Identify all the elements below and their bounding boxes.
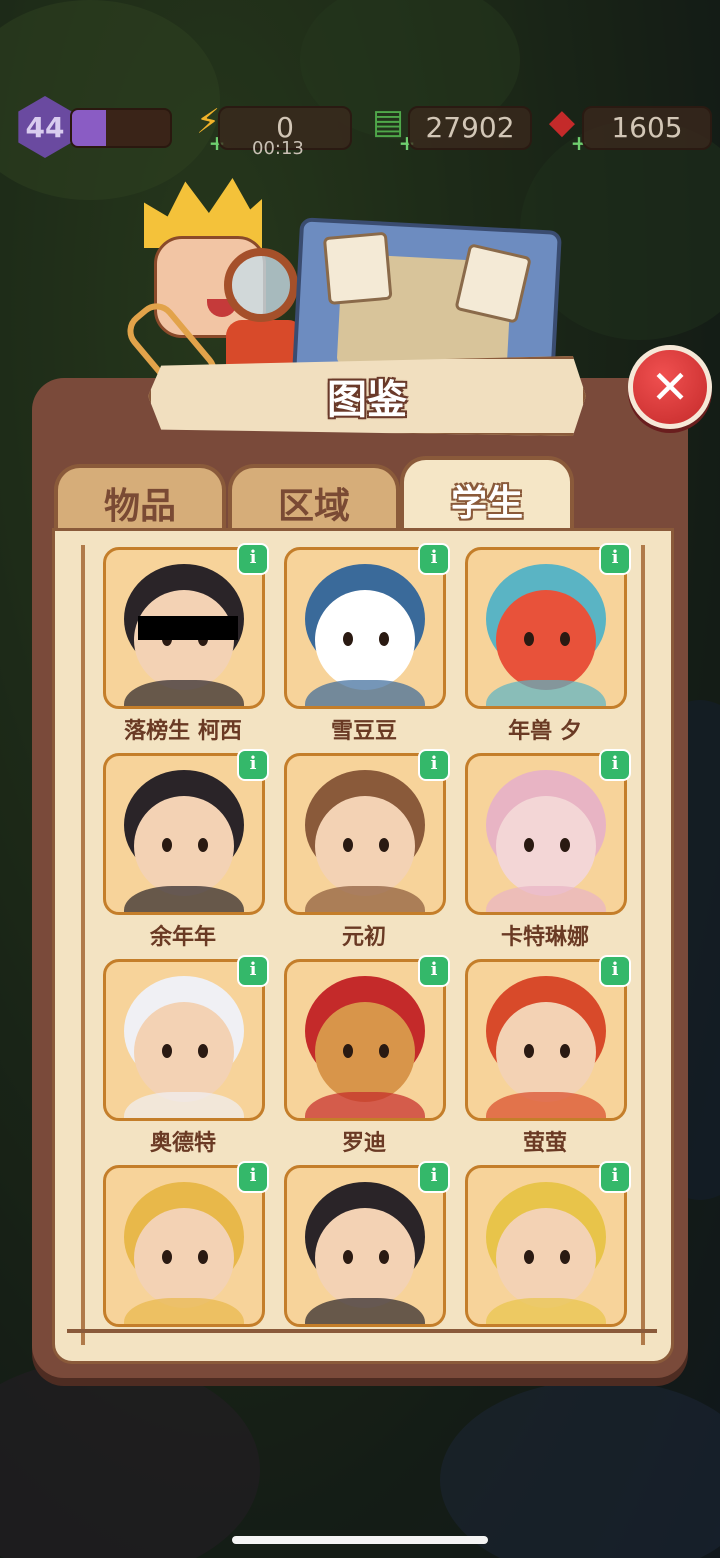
info-button[interactable]: i <box>418 749 450 781</box>
home-indicator[interactable] <box>232 1536 488 1544</box>
resource-bar: 44 ⚡ + 0 00:13 ▤ + 27902 ◆ + 1605 <box>0 96 720 160</box>
student-name: 元初 <box>341 925 386 950</box>
student-name: 余年年 <box>149 925 216 950</box>
tab-items[interactable]: 物品 <box>54 464 226 538</box>
student-card[interactable]: i 罗迪 <box>284 955 450 1156</box>
student-card[interactable]: i 萤萤 <box>465 955 631 1156</box>
gems-value: 1605 <box>611 111 683 144</box>
student-name: 卡特琳娜 <box>500 925 589 950</box>
student-card[interactable]: i <box>465 1161 631 1327</box>
cash-value: 27902 <box>425 111 515 144</box>
student-card[interactable]: i <box>103 1161 269 1327</box>
cash-counter[interactable]: 27902 <box>408 106 532 150</box>
gems-counter[interactable]: 1605 <box>582 106 712 150</box>
title-banner: 图鉴 <box>148 356 586 436</box>
info-button[interactable]: i <box>237 543 269 575</box>
student-card[interactable]: i <box>284 1161 450 1327</box>
tab-students-label: 学生 <box>450 483 523 524</box>
page-title: 图鉴 <box>327 377 407 423</box>
close-button[interactable]: ✕ <box>628 345 712 429</box>
info-button[interactable]: i <box>237 955 269 987</box>
student-name: 罗迪 <box>341 1131 386 1156</box>
student-name: 雪豆豆 <box>330 719 397 744</box>
xp-fill <box>72 110 107 146</box>
student-card[interactable]: i 落榜生 柯西 <box>103 543 269 744</box>
censor-bar <box>138 616 238 640</box>
energy-timer: 00:13 <box>252 138 304 159</box>
info-button[interactable]: i <box>237 1161 269 1193</box>
student-card[interactable]: i 元初 <box>284 749 450 950</box>
students-grid-area[interactable]: i 落榜生 柯西 i 雪豆豆 i 年兽 夕 i 余年年 i 元初 i 卡特琳娜 i 奥德特 i 罗迪 i 萤萤 i i… <box>52 528 674 1364</box>
student-name: 年兽 夕 <box>508 719 582 744</box>
info-button[interactable]: i <box>599 749 631 781</box>
info-button[interactable]: i <box>237 749 269 781</box>
info-button[interactable]: i <box>418 955 450 987</box>
level-value: 44 <box>25 110 65 144</box>
info-button[interactable]: i <box>418 543 450 575</box>
info-button[interactable]: i <box>599 955 631 987</box>
photo-ribbon <box>454 243 532 324</box>
photo-food <box>322 231 393 305</box>
student-card[interactable]: i 年兽 夕 <box>465 543 631 744</box>
student-name: 落榜生 柯西 <box>124 719 242 744</box>
magnifier-icon <box>224 248 298 322</box>
close-icon: ✕ <box>650 360 690 414</box>
tab-items-label: 物品 <box>103 486 176 527</box>
student-card[interactable]: i 卡特琳娜 <box>465 749 631 950</box>
student-name: 萤萤 <box>522 1131 567 1156</box>
info-button[interactable]: i <box>418 1161 450 1193</box>
student-card[interactable]: i 余年年 <box>103 749 269 950</box>
tab-areas[interactable]: 区域 <box>228 464 400 538</box>
xp-bar <box>70 108 172 148</box>
student-card[interactable]: i 奥德特 <box>103 955 269 1156</box>
info-button[interactable]: i <box>599 1161 631 1193</box>
tab-areas-label: 区域 <box>277 486 350 527</box>
student-card[interactable]: i 雪豆豆 <box>284 543 450 744</box>
student-name: 奥德特 <box>149 1131 216 1156</box>
info-button[interactable]: i <box>599 543 631 575</box>
